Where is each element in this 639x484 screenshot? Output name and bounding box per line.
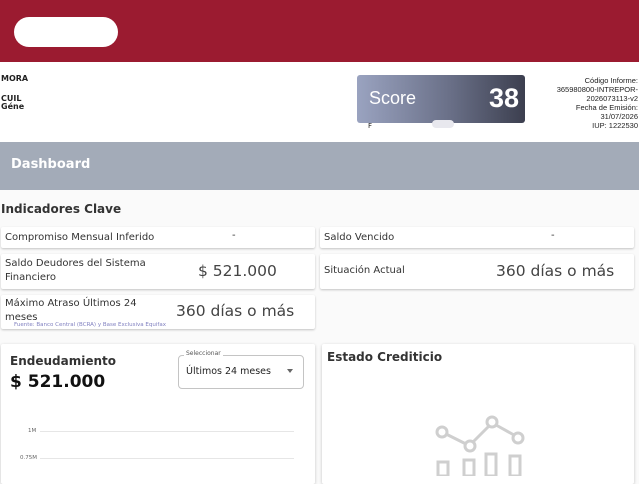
endeudamiento-title: Endeudamiento: [10, 354, 116, 368]
y-tick-1m: 1M: [28, 428, 37, 434]
y-tick-075m: 0.75M: [20, 455, 37, 461]
saldo-vencido-label: Saldo Vencido: [324, 232, 395, 243]
codigo-line2: 2026073113-v2: [586, 94, 638, 103]
endeudamiento-value: $ 521.000: [10, 372, 106, 392]
score-label: Score: [369, 88, 417, 108]
score-card: Score 38: [357, 75, 525, 123]
report-header: [0, 62, 639, 142]
top-bar: [0, 0, 639, 62]
iup-value: IUP: 1222530: [592, 121, 638, 130]
data-source: Fuente: Banco Central (BCRA) y Base Excl…: [14, 322, 166, 328]
score-value: 38: [488, 83, 519, 113]
card-compromiso: Compromiso Mensual Inferido -: [1, 227, 315, 248]
score-subtext: F: [368, 122, 373, 130]
chart-placeholder-icon: [435, 415, 525, 476]
codigo-label: Código Informe:: [584, 76, 638, 85]
saldo-deudores-value: $ 521.000: [198, 262, 277, 280]
fecha-value: 31/07/2026: [600, 112, 638, 121]
card-saldo-vencido: Saldo Vencido -: [320, 227, 634, 248]
situacion-actual-label: Situación Actual: [324, 265, 405, 276]
report-info: Código Informe: 365980800-INTREPOR- 2026…: [557, 76, 638, 130]
genero-label: Géne: [1, 102, 25, 111]
maximo-atraso-label: Máximo Atraso Últimos 24 meses: [5, 298, 137, 323]
situacion-actual-value: 360 días o más: [496, 262, 615, 280]
chevron-down-icon[interactable]: [287, 369, 293, 373]
dashboard-bar: [0, 142, 639, 190]
indicadores-title: Indicadores Clave: [1, 202, 122, 216]
saldo-vencido-value: -: [551, 230, 555, 241]
person-info: MORA CUIL Géne: [1, 73, 28, 112]
brand-logo: [14, 17, 118, 47]
person-name: MORA: [1, 74, 29, 83]
gridline-075m: [40, 458, 294, 459]
fecha-label: Fecha de Emisión:: [575, 103, 638, 112]
estado-title: Estado Crediticio: [327, 350, 443, 364]
maximo-atraso-value: 360 días o más: [176, 302, 295, 320]
gridline-1m: [40, 431, 294, 432]
period-select-value[interactable]: Últimos 24 meses: [186, 366, 271, 377]
saldo-deudores-label: Saldo Deudores del Sistema Financiero: [5, 258, 146, 283]
dashboard-title: Dashboard: [11, 157, 91, 172]
redacted-mark: [432, 120, 454, 128]
codigo-line1: 365980800-INTREPOR-: [556, 85, 638, 94]
card-saldo-deudores: Saldo Deudores del Sistema Financiero $ …: [1, 254, 315, 289]
card-situacion-actual: Situación Actual 360 días o más: [320, 254, 634, 289]
compromiso-value: -: [232, 230, 236, 241]
compromiso-label: Compromiso Mensual Inferido: [5, 232, 155, 243]
period-select-label: Seleccionar: [184, 350, 223, 357]
